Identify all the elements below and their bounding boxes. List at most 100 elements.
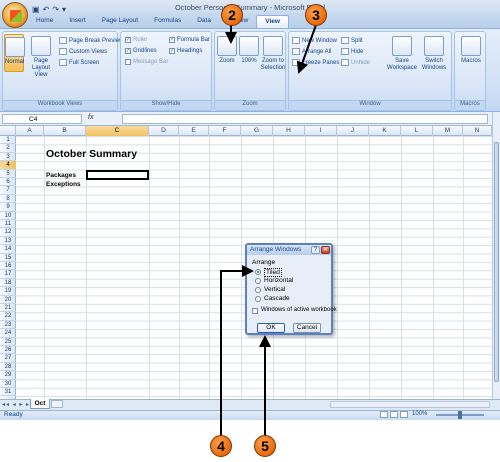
insert-function-icon[interactable]: fx <box>88 114 122 124</box>
formula-bar-checkbox[interactable]: ✓ Formula Bar <box>169 37 210 43</box>
row-header[interactable]: 3 <box>0 153 16 162</box>
radio-tiled[interactable] <box>255 269 261 275</box>
column-header[interactable]: K <box>369 126 401 136</box>
column-header[interactable]: G <box>241 126 273 136</box>
column-header[interactable]: N <box>463 126 492 136</box>
row-header[interactable]: 10 <box>0 212 16 220</box>
column-header[interactable]: A <box>16 126 44 136</box>
hide-button[interactable]: Hide <box>341 48 363 55</box>
column-header[interactable]: J <box>337 126 369 136</box>
row-header[interactable]: 13 <box>0 237 16 246</box>
headings-checkbox[interactable]: ✓ Headings <box>169 48 202 54</box>
column-header[interactable]: I <box>305 126 337 136</box>
zoom-button[interactable]: Zoom <box>217 36 237 65</box>
zoom-level[interactable]: 100% <box>412 411 427 417</box>
office-button[interactable] <box>2 2 28 28</box>
row-header[interactable]: 24 <box>0 329 16 338</box>
redo-icon[interactable]: ↷ <box>52 5 59 14</box>
zoom-to-selection-button[interactable]: Zoom to Selection <box>260 36 286 72</box>
ok-button[interactable]: OK <box>257 323 285 333</box>
help-icon[interactable]: ? <box>311 246 320 254</box>
column-header[interactable]: B <box>44 126 86 136</box>
save-icon[interactable]: ▣ <box>32 5 40 14</box>
save-workspace-button[interactable]: Save Workspace <box>387 36 417 72</box>
active-cell-c4[interactable] <box>86 170 149 180</box>
radio-horizontal[interactable] <box>255 278 261 284</box>
close-icon[interactable]: ✕ <box>321 246 330 254</box>
column-header[interactable]: D <box>149 126 179 136</box>
row-header[interactable]: 28 <box>0 363 16 372</box>
normal-view-button[interactable]: Normal <box>4 34 25 72</box>
zoom-slider-knob[interactable] <box>458 411 462 419</box>
normal-view-icon[interactable] <box>380 411 388 418</box>
formula-input[interactable] <box>122 114 488 124</box>
horizontal-scrollbar[interactable] <box>330 401 490 408</box>
tab-data[interactable]: Data <box>189 15 219 28</box>
vertical-scrollbar[interactable] <box>492 112 500 399</box>
customize-qat-icon[interactable]: ▾ <box>62 5 66 14</box>
zoom-100-button[interactable]: 100% <box>239 36 259 65</box>
row-header[interactable]: 21 <box>0 304 16 313</box>
tab-insert[interactable]: Insert <box>61 15 93 28</box>
row-header[interactable]: 11 <box>0 220 16 229</box>
message-bar-checkbox[interactable]: Message Bar <box>125 59 168 65</box>
column-header[interactable]: F <box>209 126 241 136</box>
radio-vertical-label[interactable]: Vertical <box>264 286 285 293</box>
row-header[interactable]: 25 <box>0 338 16 346</box>
active-workbook-label[interactable]: Windows of active workbook <box>261 307 337 313</box>
page-break-preview-button[interactable]: Page Break Preview <box>59 37 123 44</box>
row-header[interactable]: 18 <box>0 279 16 288</box>
undo-icon[interactable]: ↶ <box>43 5 50 14</box>
gridlines-checkbox[interactable]: ✓ Gridlines <box>125 48 157 54</box>
row-header[interactable]: 7 <box>0 186 16 195</box>
split-button[interactable]: Split <box>341 37 363 44</box>
name-box[interactable]: C4 <box>2 114 82 124</box>
row-header[interactable]: 2 <box>0 144 16 153</box>
radio-cascade-label[interactable]: Cascade <box>264 295 290 302</box>
row-header[interactable]: 6 <box>0 178 16 187</box>
column-header[interactable]: H <box>273 126 305 136</box>
column-header[interactable]: L <box>401 126 433 136</box>
active-workbook-checkbox[interactable] <box>252 308 258 314</box>
radio-cascade[interactable] <box>255 296 261 302</box>
row-header[interactable]: 14 <box>0 245 16 254</box>
column-header[interactable]: C <box>86 126 149 136</box>
row-header[interactable]: 4 <box>0 161 16 170</box>
row-header[interactable]: 30 <box>0 380 16 388</box>
page-layout-view-icon[interactable] <box>390 411 398 418</box>
row-header[interactable]: 1 <box>0 136 16 145</box>
row-header[interactable]: 9 <box>0 203 16 212</box>
custom-views-button[interactable]: Custom Views <box>59 48 107 55</box>
freeze-panes-button[interactable]: Freeze Panes▾ <box>292 59 344 66</box>
row-header[interactable]: 12 <box>0 228 16 237</box>
tab-page-layout[interactable]: Page Layout <box>94 15 147 28</box>
row-header[interactable]: 20 <box>0 296 16 304</box>
tab-formulas[interactable]: Formulas <box>146 15 189 28</box>
row-header[interactable]: 5 <box>0 170 16 178</box>
row-header[interactable]: 16 <box>0 262 16 271</box>
column-header[interactable]: M <box>433 126 463 136</box>
row-header[interactable]: 8 <box>0 195 16 204</box>
radio-tiled-label[interactable]: Tiled <box>264 268 282 277</box>
full-screen-button[interactable]: Full Screen <box>59 59 99 66</box>
radio-vertical[interactable] <box>255 287 261 293</box>
row-header[interactable]: 19 <box>0 287 16 296</box>
ruler-checkbox[interactable]: ✓ Ruler <box>125 37 147 43</box>
insert-sheet-icon[interactable] <box>51 400 63 408</box>
row-header[interactable]: 15 <box>0 254 16 262</box>
sheet-tab-oct[interactable]: Oct <box>30 399 50 409</box>
row-header[interactable]: 23 <box>0 321 16 330</box>
scrollbar-thumb[interactable] <box>494 142 499 382</box>
cancel-button[interactable]: Cancel <box>293 323 321 333</box>
unhide-button[interactable]: Unhide <box>341 59 370 66</box>
cell-b4-packages[interactable]: Packages <box>46 172 76 179</box>
tab-view[interactable]: View <box>256 15 289 28</box>
page-layout-view-button[interactable]: Page Layout View <box>26 36 56 79</box>
row-header[interactable]: 26 <box>0 346 16 355</box>
row-header[interactable]: 31 <box>0 388 16 397</box>
switch-windows-button[interactable]: Switch Windows <box>419 36 449 72</box>
row-header[interactable]: 22 <box>0 312 16 321</box>
radio-horizontal-label[interactable]: Horizontal <box>264 277 293 284</box>
page-break-view-icon[interactable] <box>400 411 408 418</box>
row-header[interactable]: 29 <box>0 371 16 380</box>
